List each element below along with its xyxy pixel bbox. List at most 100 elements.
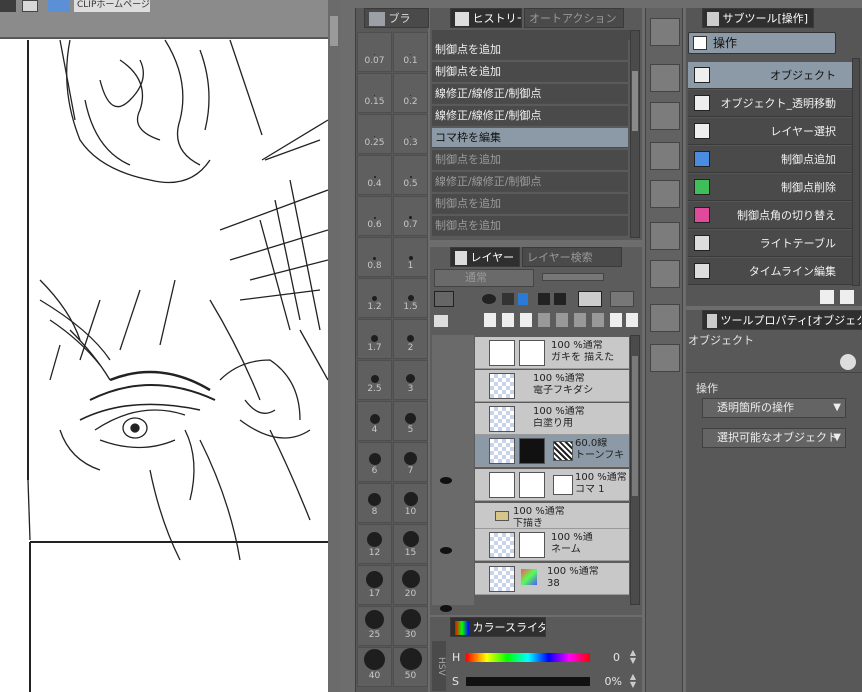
s-stepper[interactable]: ▲ ▼ — [628, 673, 638, 689]
mask-icon[interactable] — [578, 291, 602, 307]
new-raster-icon[interactable] — [484, 313, 496, 327]
subtool-item[interactable]: レイヤー選択 — [688, 118, 856, 145]
brush-size-cell[interactable]: 25 — [357, 606, 392, 646]
brush-size-cell[interactable]: 0.3 — [393, 114, 428, 154]
history-item[interactable]: 線修正/線修正/制御点 — [432, 172, 628, 192]
new-layer-icon[interactable] — [610, 313, 622, 327]
drawing-canvas[interactable]: CLIPホームページ — [0, 0, 340, 692]
brush-size-cell[interactable]: 0.07 — [357, 32, 392, 72]
subtool-item[interactable]: 制御点削除 — [688, 174, 856, 201]
subtool-item[interactable]: ライトテーブル — [688, 230, 856, 257]
brush-size-cell[interactable]: 6 — [357, 442, 392, 482]
draft-icon[interactable] — [518, 293, 528, 305]
subtool-group-operation[interactable]: 操作 — [688, 32, 836, 54]
layer-scrollbar[interactable] — [630, 335, 640, 605]
transfer-down-icon[interactable] — [538, 313, 550, 327]
layer-visibility-column[interactable] — [432, 335, 474, 605]
brush-size-cell[interactable]: 0.4 — [357, 155, 392, 195]
brush-size-cell[interactable]: 0.8 — [357, 237, 392, 277]
subtool-item[interactable]: 制御点角の切り替え — [688, 202, 856, 229]
dock-navigator-icon[interactable] — [650, 18, 680, 46]
brush-size-cell[interactable]: 30 — [393, 606, 428, 646]
layer-row[interactable]: 100 %通 ネーム — [475, 529, 629, 561]
history-item[interactable]: コマ枠を編集 — [432, 128, 628, 148]
clip-icon[interactable] — [482, 294, 496, 304]
brush-size-cell[interactable]: 1.5 — [393, 278, 428, 318]
layer-row[interactable]: 100 %通常 ガキを 描えた — [475, 337, 629, 369]
layer-row[interactable]: 100 %通常 電子フキダシ — [475, 370, 629, 402]
brush-size-cell[interactable]: 4 — [357, 401, 392, 441]
dock-folder-icon[interactable] — [650, 260, 680, 288]
new-vector-icon[interactable] — [502, 313, 514, 327]
ruler-icon[interactable] — [610, 291, 634, 307]
brush-size-cell[interactable]: 0.15 — [357, 73, 392, 113]
history-scrollbar[interactable] — [630, 30, 640, 238]
transparent-area-dropdown[interactable]: 透明箇所の操作 ▼ — [702, 398, 846, 418]
subtool-scrollbar[interactable] — [852, 58, 860, 286]
layer-stack-icon[interactable] — [434, 315, 448, 327]
brush-size-cell[interactable]: 0.25 — [357, 114, 392, 154]
color-mode-tab[interactable]: HSV — [432, 641, 446, 691]
history-item[interactable]: 制御点を追加 — [432, 62, 628, 82]
tab-history[interactable]: ヒストリー — [450, 8, 522, 28]
opacity-slider[interactable] — [542, 273, 604, 281]
dock-material-layers-icon[interactable] — [650, 180, 680, 208]
eye-icon[interactable] — [440, 605, 452, 612]
dock-sub-view-icon[interactable] — [650, 64, 680, 92]
h-value[interactable]: 0 — [608, 651, 620, 664]
brush-size-cell[interactable]: 3 — [393, 360, 428, 400]
layer-row[interactable]: 100 %通常 コマ 1 — [475, 469, 629, 501]
brush-size-cell[interactable]: 40 — [357, 647, 392, 687]
subtool-copy-icon[interactable] — [820, 290, 834, 304]
history-item[interactable]: 線修正/線修正/制御点 — [432, 106, 628, 126]
combine-icon[interactable] — [556, 313, 568, 327]
brush-size-cell[interactable]: 10 — [393, 483, 428, 523]
brush-size-cell[interactable]: 5 — [393, 401, 428, 441]
brush-size-cell[interactable]: 0.5 — [393, 155, 428, 195]
brush-size-cell[interactable]: 0.2 — [393, 73, 428, 113]
brush-size-cell[interactable]: 20 — [393, 565, 428, 605]
brush-size-cell[interactable]: 1.7 — [357, 319, 392, 359]
brush-size-cell[interactable]: 15 — [393, 524, 428, 564]
subtool-delete-icon[interactable] — [840, 290, 854, 304]
reference-icon[interactable] — [502, 293, 514, 305]
dock-folder-open-icon[interactable] — [650, 304, 680, 332]
layer-row[interactable]: 60.0線 トーンフキ — [475, 435, 629, 467]
mask-apply-icon[interactable] — [592, 313, 604, 327]
eye-icon[interactable] — [440, 477, 452, 484]
brush-size-cell[interactable]: 1.2 — [357, 278, 392, 318]
history-item[interactable]: 線修正/線修正/制御点 — [432, 84, 628, 104]
history-item[interactable]: 制御点を追加 — [432, 194, 628, 214]
h-stepper[interactable]: ▲ ▼ — [628, 649, 638, 665]
subtool-item[interactable]: タイムライン編集 — [688, 258, 856, 285]
brush-size-cell[interactable]: 2 — [393, 319, 428, 359]
brush-size-tab[interactable]: ブラ — [364, 8, 429, 28]
lock-transparent-icon[interactable] — [554, 293, 566, 305]
brush-size-cell[interactable]: 1 — [393, 237, 428, 277]
subtool-item[interactable]: 制御点追加 — [688, 146, 856, 173]
brush-size-cell[interactable]: 50 — [393, 647, 428, 687]
s-value[interactable]: 0% — [598, 675, 622, 688]
layer-color-icon[interactable] — [434, 291, 454, 307]
history-item[interactable]: 制御点を追加 — [432, 150, 628, 170]
blend-mode-select[interactable]: 通常 — [434, 269, 534, 287]
tab-layer-search[interactable]: レイヤー検索 — [522, 247, 622, 267]
dock-favorites-icon[interactable] — [650, 102, 680, 130]
tab-subtool[interactable]: サブツール[操作] — [702, 8, 814, 28]
dock-material-people-icon[interactable] — [650, 222, 680, 250]
merge-icon[interactable] — [574, 313, 586, 327]
subtool-item[interactable]: オブジェクト_透明移動 — [688, 90, 856, 117]
tool-settings-icon[interactable] — [840, 354, 856, 370]
layer-row[interactable]: 100 %通常 下描き — [475, 503, 629, 529]
subtool-item[interactable]: オブジェクト — [688, 62, 856, 89]
brush-size-cell[interactable]: 2.5 — [357, 360, 392, 400]
trash-icon[interactable] — [626, 313, 638, 327]
history-item[interactable]: 制御点を追加 — [432, 40, 628, 60]
brush-size-cell[interactable]: 17 — [357, 565, 392, 605]
brush-size-cell[interactable]: 0.1 — [393, 32, 428, 72]
layer-row[interactable]: 100 %通常 38 — [475, 563, 629, 595]
saturation-slider[interactable] — [466, 677, 590, 686]
brush-size-cell[interactable]: 0.7 — [393, 196, 428, 236]
layer-row[interactable]: 100 %通常 白塗り用 — [475, 403, 629, 435]
lock-icon[interactable] — [538, 293, 550, 305]
